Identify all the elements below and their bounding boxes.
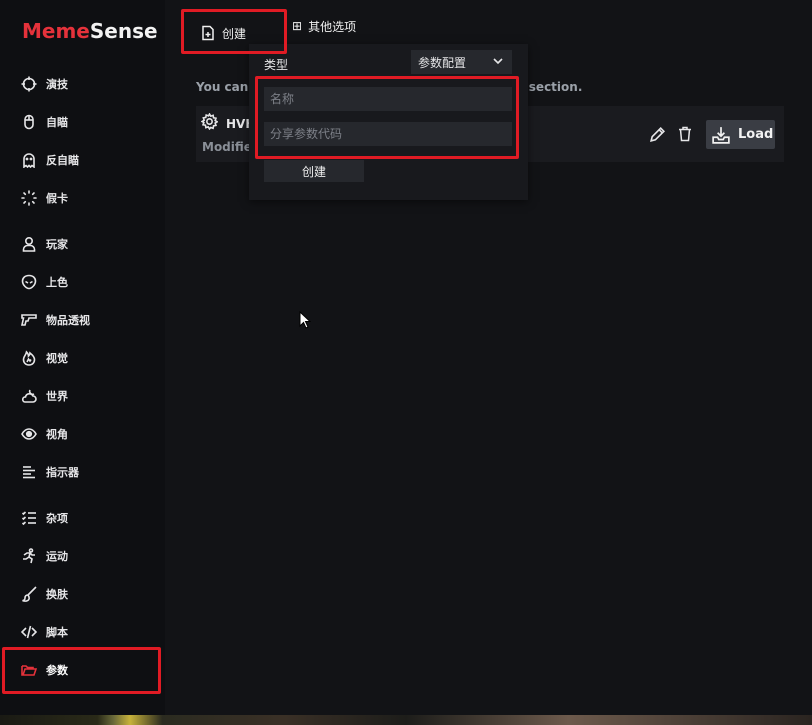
sidebar-item-world[interactable]: 世界 [0,381,165,411]
brush-icon [20,585,38,603]
sidebar-item-chams[interactable]: 上色 [0,267,165,297]
highlight-create-tab [181,9,287,54]
sidebar-item-label: 反自瞄 [46,154,79,167]
create-button[interactable]: 创建 [264,160,364,182]
config-subtitle: Modifie [202,140,252,154]
load-button[interactable]: Load [706,120,775,149]
sidebar-item-rage[interactable]: 演技 [0,69,165,99]
type-select-value: 参数配置 [418,55,467,70]
sidebar-item-misc[interactable]: 杂项 [0,503,165,533]
weather-icon [20,387,38,405]
gear-icon [200,112,219,131]
sidebar-item-label: 指示器 [46,466,79,479]
highlight-popup-inputs [255,76,519,159]
highlight-configs-item [2,647,161,694]
eye-icon [20,425,38,443]
info-text: You can [196,80,249,94]
sidebar-item-fakelag[interactable]: 假卡 [0,183,165,213]
download-tray-icon [712,126,730,144]
sidebar-item-label: 上色 [46,276,68,289]
sidebar-item-label: 杂项 [46,512,68,525]
trash-icon[interactable] [677,125,693,142]
running-icon [20,547,38,565]
sidebar-item-scripts[interactable]: 脚本 [0,617,165,647]
logo-sense: Sense [89,19,158,43]
mouse-cursor-icon [299,310,312,330]
sidebar-item-indicators[interactable]: 指示器 [0,457,165,487]
app-logo: MemeSense [22,19,158,43]
sidebar-item-label: 玩家 [46,238,68,251]
checklist-icon [20,509,38,527]
type-label: 类型 [264,58,289,72]
sidebar-item-label: 运动 [46,550,68,563]
sidebar-item-visuals[interactable]: 视觉 [0,343,165,373]
sidebar-item-label: 自瞄 [46,116,68,129]
sidebar-item-label: 假卡 [46,192,68,205]
pencil-icon[interactable] [649,126,666,143]
user-icon [20,235,38,253]
sidebar-item-label: 演技 [46,78,68,91]
sidebar-item-item-esp[interactable]: 物品透视 [0,305,165,335]
sidebar-item-label: 脚本 [46,626,68,639]
tab-other-label: 其他选项 [308,19,357,34]
chevron-down-icon [492,55,504,67]
lines-icon [20,463,38,481]
type-select[interactable]: 参数配置 [411,50,512,74]
sidebar: MemeSense 演技 自瞄 反自瞄 假卡 玩家 上色 物品透视 视觉 世界 … [0,0,165,725]
mouse-icon [20,113,38,131]
sidebar-item-players[interactable]: 玩家 [0,229,165,259]
fire-icon [20,349,38,367]
ghost-icon [20,151,38,169]
info-end-text: section. [528,80,583,94]
spinner-icon [20,189,38,207]
sidebar-item-label: 视角 [46,428,68,441]
logo-meme: Meme [22,19,90,43]
sidebar-item-label: 视觉 [46,352,68,365]
background-strip [0,715,812,725]
crosshair-icon [20,75,38,93]
code-icon [20,623,38,641]
sidebar-item-skins[interactable]: 换肤 [0,579,165,609]
sidebar-item-anti-aim[interactable]: 反自瞄 [0,145,165,175]
sidebar-item-aimbot[interactable]: 自瞄 [0,107,165,137]
sidebar-item-label: 世界 [46,390,68,403]
grid-icon: ⊞ [292,19,303,33]
gun-icon [20,311,38,329]
sidebar-item-view[interactable]: 视角 [0,419,165,449]
sidebar-item-label: 换肤 [46,588,68,601]
sidebar-item-movement[interactable]: 运动 [0,541,165,571]
load-label: Load [738,127,774,142]
alien-icon [20,273,38,291]
sidebar-item-label: 物品透视 [46,314,90,327]
tab-other-options[interactable]: ⊞ 其他选项 [292,18,356,34]
